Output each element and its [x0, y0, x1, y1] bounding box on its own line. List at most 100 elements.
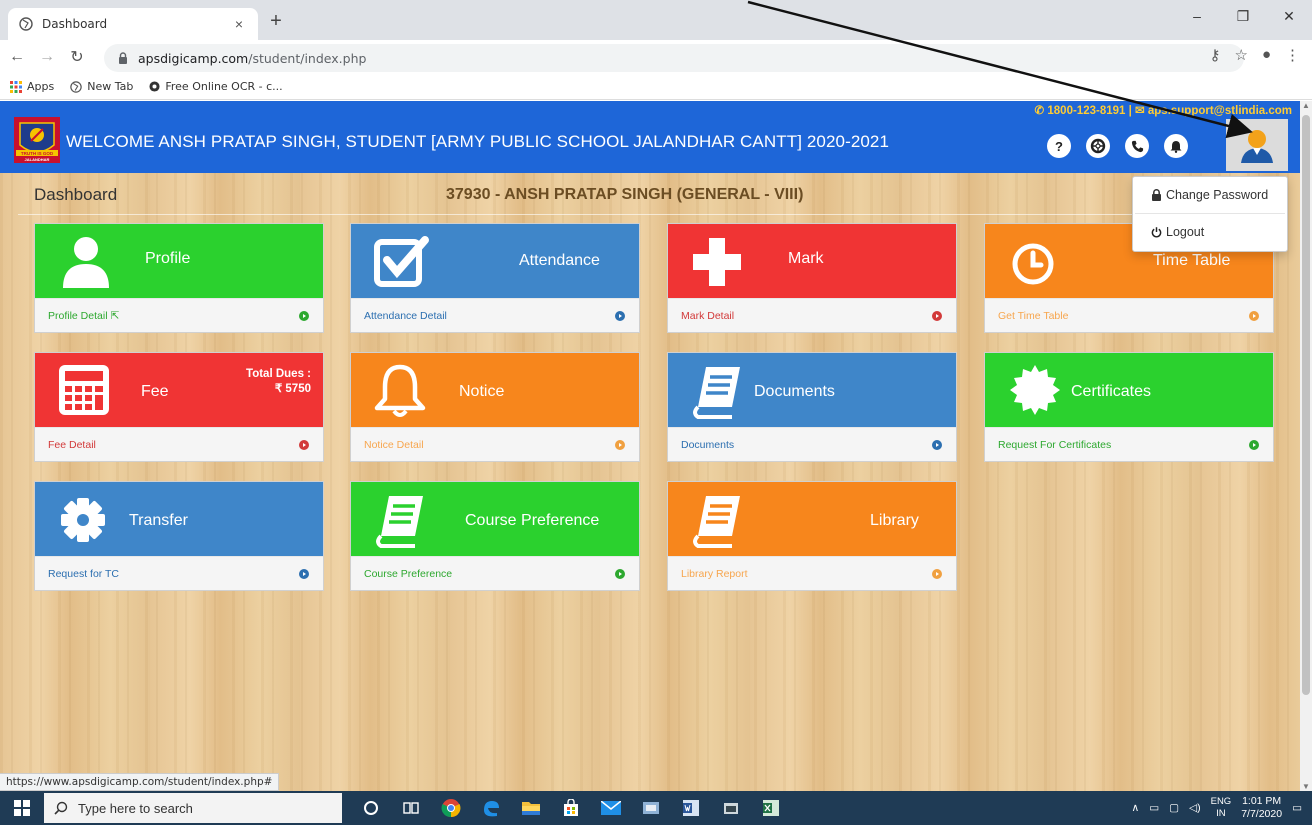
- scroll-up-icon[interactable]: ▲: [1302, 101, 1310, 110]
- tile-footer-link[interactable]: Request For Certificates: [985, 427, 1273, 462]
- notification-icon[interactable]: ▭: [1292, 802, 1302, 814]
- excel-icon[interactable]: [758, 795, 784, 821]
- tile-link-text: Attendance Detail: [364, 310, 447, 322]
- tile-footer-link[interactable]: Documents: [668, 427, 956, 462]
- user-avatar-button[interactable]: [1226, 119, 1288, 171]
- tile-profile[interactable]: Profile Profile Detail ⇱: [34, 223, 324, 333]
- back-icon[interactable]: ←: [4, 48, 30, 66]
- lock-icon: [119, 52, 127, 64]
- tile-footer-link[interactable]: Profile Detail ⇱: [35, 298, 323, 333]
- bookmark-apps[interactable]: Apps: [10, 80, 54, 93]
- logo-city: JALANDHAR: [25, 157, 50, 162]
- tile-label: Course Preference: [465, 512, 600, 529]
- chrome-icon[interactable]: [438, 795, 464, 821]
- address-bar[interactable]: apsdigicamp.com/student/index.php: [104, 44, 1244, 72]
- bookmarks-bar: Apps New Tab Free Online OCR - c...: [0, 74, 1312, 100]
- tile-footer-link[interactable]: Fee Detail: [35, 427, 323, 462]
- tray-display-icon[interactable]: ▢: [1169, 802, 1179, 814]
- tile-documents[interactable]: Documents Documents: [667, 352, 957, 462]
- arrow-circle-icon: [615, 569, 625, 579]
- tile-fee[interactable]: Fee Total Dues : ₹ 5750 Fee Detail: [34, 352, 324, 462]
- phone-number[interactable]: 1800-123-8191: [1047, 105, 1125, 117]
- tile-header: Fee Total Dues : ₹ 5750: [35, 353, 323, 427]
- tile-label: Fee: [141, 383, 169, 400]
- edge-icon[interactable]: [478, 795, 504, 821]
- status-bar-url: https://www.apsdigicamp.com/student/inde…: [0, 773, 280, 791]
- bookmark-free-ocr[interactable]: Free Online OCR - c...: [149, 80, 283, 93]
- task-view-icon[interactable]: [398, 795, 424, 821]
- tile-footer-link[interactable]: Course Preference: [351, 556, 639, 591]
- contact-separator: |: [1128, 105, 1132, 117]
- tile-footer-link[interactable]: Mark Detail: [668, 298, 956, 333]
- media-icon[interactable]: [718, 795, 744, 821]
- windows-taskbar: Type here to search ∧ ▭ ▢ ◁) ENG IN 1:01…: [0, 791, 1312, 825]
- volume-icon[interactable]: ◁): [1189, 802, 1201, 814]
- page-title: Dashboard: [34, 185, 118, 204]
- tile-link-text: Request For Certificates: [998, 439, 1112, 451]
- scrollbar-thumb[interactable]: [1302, 115, 1310, 695]
- user-icon: [63, 237, 109, 288]
- new-tab-button[interactable]: +: [264, 10, 288, 33]
- key-icon[interactable]: ⚷: [1209, 46, 1220, 64]
- help-icon[interactable]: ?: [1047, 134, 1071, 158]
- lifebuoy-icon[interactable]: [1086, 134, 1110, 158]
- tile-footer-link[interactable]: Request for TC: [35, 556, 323, 591]
- word-icon[interactable]: [678, 795, 704, 821]
- bell-icon[interactable]: [1164, 134, 1188, 158]
- minimize-icon[interactable]: –: [1174, 8, 1220, 25]
- tile-footer-link[interactable]: Attendance Detail: [351, 298, 639, 333]
- logout-item[interactable]: Logout: [1133, 214, 1287, 250]
- total-dues: Total Dues : ₹ 5750: [246, 367, 311, 397]
- change-password-item[interactable]: Change Password: [1133, 177, 1287, 213]
- support-email[interactable]: aps.support@stlindia.com: [1148, 105, 1292, 117]
- star-icon[interactable]: ☆: [1234, 46, 1247, 64]
- tile-transfer[interactable]: Transfer Request for TC: [34, 481, 324, 591]
- tray-chevron-icon[interactable]: ∧: [1132, 802, 1140, 814]
- arrow-circle-icon: [299, 569, 309, 579]
- tile-header: Profile: [35, 224, 323, 298]
- phone-icon[interactable]: [1125, 134, 1149, 158]
- bookmark-new-tab[interactable]: New Tab: [70, 80, 133, 93]
- tile-attendance[interactable]: Attendance Attendance Detail: [350, 223, 640, 333]
- page-scrollbar[interactable]: ▲ ▼: [1300, 101, 1312, 791]
- welcome-text: WELCOME ANSH PRATAP SINGH, STUDENT [ARMY…: [66, 132, 890, 151]
- tile-library[interactable]: Library Library Report: [667, 481, 957, 591]
- browser-tab[interactable]: Dashboard ×: [8, 8, 258, 40]
- tile-mark[interactable]: Mark Mark Detail: [667, 223, 957, 333]
- tile-certificates[interactable]: Certificates Request For Certificates: [984, 352, 1274, 462]
- taskbar-clock[interactable]: 1:01 PM 7/7/2020: [1241, 795, 1282, 821]
- tab-close-icon[interactable]: ×: [230, 16, 248, 32]
- tray-network-icon[interactable]: ▭: [1149, 802, 1159, 814]
- store-icon[interactable]: [558, 795, 584, 821]
- arrow-circle-icon: [299, 440, 309, 450]
- omnibox-actions: ⚷ ☆ ● ⋮: [1209, 46, 1300, 64]
- tile-footer-link[interactable]: Get Time Table: [985, 298, 1273, 333]
- language-indicator[interactable]: ENG IN: [1211, 796, 1232, 820]
- close-window-icon[interactable]: ✕: [1266, 8, 1312, 25]
- taskbar-search-box[interactable]: Type here to search: [44, 793, 342, 823]
- arrow-circle-icon: [932, 440, 942, 450]
- tile-footer-link[interactable]: Notice Detail: [351, 427, 639, 462]
- arrow-circle-icon: [932, 569, 942, 579]
- bookmark-label: New Tab: [87, 80, 134, 93]
- arrow-circle-icon: [932, 311, 942, 321]
- menu-icon[interactable]: ⋮: [1285, 46, 1300, 64]
- certificate-badge-icon: [1010, 365, 1060, 415]
- file-explorer-icon[interactable]: [518, 795, 544, 821]
- app-icon[interactable]: [638, 795, 664, 821]
- restore-icon[interactable]: ❐: [1220, 8, 1266, 25]
- tile-label: Documents: [754, 383, 835, 400]
- student-identifier: 37930 - ANSH PRATAP SINGH (GENERAL - VII…: [446, 186, 804, 203]
- mail-icon[interactable]: [598, 795, 624, 821]
- cortana-icon[interactable]: [358, 795, 384, 821]
- tile-course-preference[interactable]: Course Preference Course Preference: [350, 481, 640, 591]
- window-controls: – ❐ ✕: [1174, 8, 1312, 25]
- tile-notice[interactable]: Notice Notice Detail: [350, 352, 640, 462]
- tile-footer-link[interactable]: Library Report: [668, 556, 956, 591]
- windows-start-icon[interactable]: [0, 791, 44, 825]
- account-icon[interactable]: ●: [1262, 46, 1271, 64]
- reload-icon[interactable]: ↻: [64, 47, 90, 67]
- tile-link-text: Request for TC: [48, 568, 120, 580]
- forward-icon[interactable]: →: [34, 48, 60, 66]
- scroll-down-icon[interactable]: ▼: [1302, 782, 1310, 791]
